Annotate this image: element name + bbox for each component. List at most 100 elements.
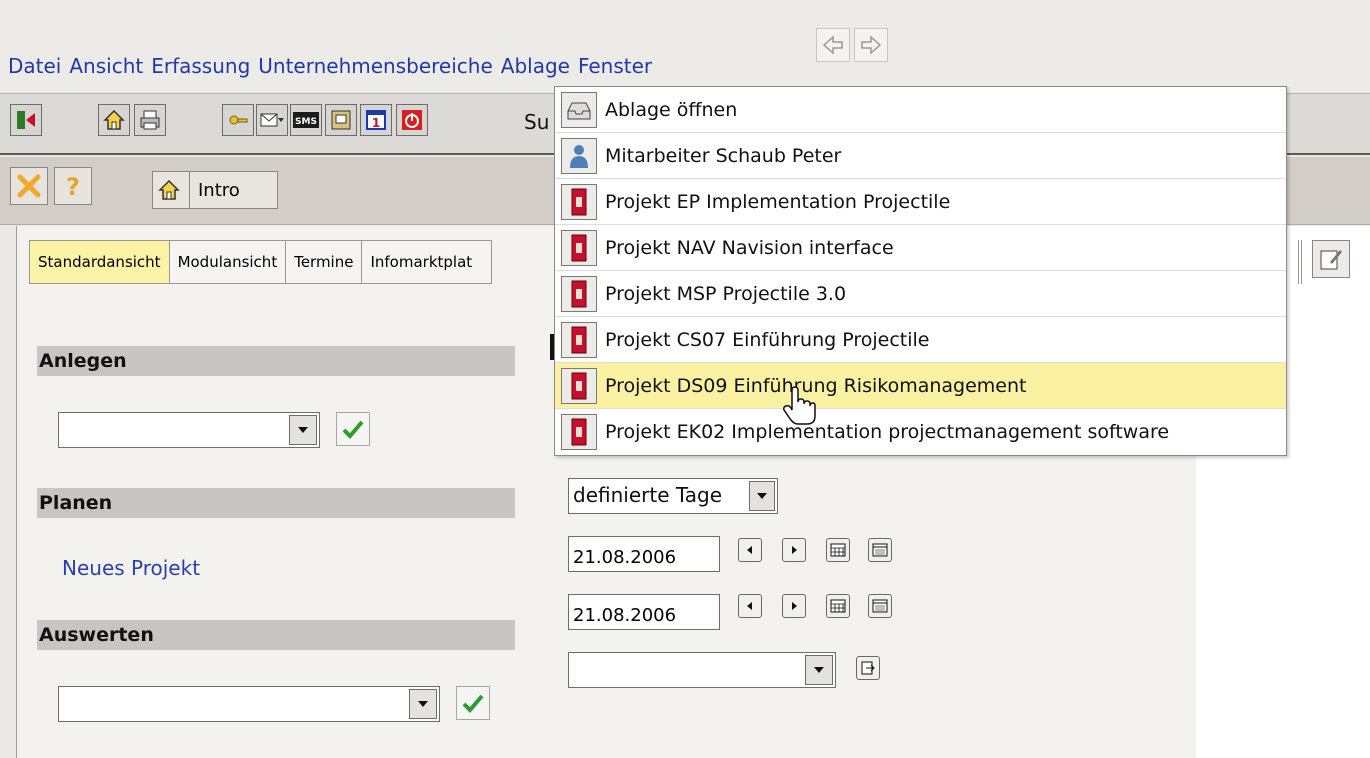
- home-button[interactable]: [98, 104, 130, 136]
- section-planen: Planen: [37, 488, 515, 518]
- calendar-month-icon: [872, 543, 888, 557]
- toolbar-search-label: Su: [524, 110, 550, 134]
- close-window-button[interactable]: [10, 167, 48, 205]
- svg-text:SMS: SMS: [295, 117, 317, 127]
- menu-ansicht[interactable]: Ansicht: [69, 54, 143, 78]
- dropdown-item-label: Projekt EK02 Implementation projectmanag…: [605, 421, 1170, 443]
- menu-fenster[interactable]: Fenster: [578, 54, 652, 78]
- person-icon: [561, 137, 597, 174]
- dropdown-item[interactable]: Projekt CS07 Einführung Projectile: [555, 317, 1286, 363]
- window-button[interactable]: [325, 104, 357, 136]
- triangle-left-icon: [747, 546, 752, 554]
- project-icon: [561, 275, 597, 312]
- days-select-value: definierte Tage: [573, 483, 723, 507]
- project-icon: [561, 414, 597, 450]
- chevron-down-icon: [749, 481, 775, 511]
- date-to-calendar-button[interactable]: [826, 594, 850, 618]
- date-from-prev-button[interactable]: [738, 538, 762, 562]
- sms-button[interactable]: SMS: [290, 104, 322, 136]
- home-icon: [158, 179, 180, 200]
- neues-projekt-link[interactable]: Neues Projekt: [62, 556, 200, 580]
- tab-standardansicht[interactable]: Standardansicht: [29, 240, 170, 284]
- date-from-input[interactable]: 21.08.2006: [568, 536, 720, 572]
- menu-erfassung[interactable]: Erfassung: [151, 54, 250, 78]
- forward-button[interactable]: [854, 28, 888, 62]
- chevron-down-icon: [409, 689, 437, 719]
- calendar-month-icon: [872, 599, 888, 613]
- dropdown-item[interactable]: Projekt NAV Navision interface: [555, 225, 1286, 271]
- arrow-left-icon: [822, 35, 843, 55]
- tab-bar-end: [1298, 240, 1302, 284]
- date-to-prev-button[interactable]: [738, 594, 762, 618]
- tab-termine[interactable]: Termine: [286, 240, 363, 284]
- calendar-grid-icon: [830, 543, 846, 557]
- dropdown-item[interactable]: Projekt MSP Projectile 3.0: [555, 271, 1286, 317]
- sms-icon: SMS: [293, 112, 319, 128]
- tab-infomarktplatz[interactable]: Infomarktplat: [362, 240, 493, 284]
- home-icon: [103, 109, 125, 130]
- dropdown-item[interactable]: Projekt EK02 Implementation projectmanag…: [555, 409, 1286, 455]
- anlegen-select[interactable]: [58, 412, 320, 448]
- date-to-input[interactable]: 21.08.2006: [568, 594, 720, 630]
- date-from-calendar-button[interactable]: [826, 538, 850, 562]
- dropdown-item-label: Projekt EP Implementation Projectile: [605, 190, 951, 213]
- dropdown-item-label: Projekt MSP Projectile 3.0: [605, 282, 847, 305]
- menu-unternehmensbereiche[interactable]: Unternehmensbereiche: [258, 54, 493, 78]
- tab-modulansicht[interactable]: Modulansicht: [169, 240, 287, 284]
- date-from-month-button[interactable]: [868, 538, 892, 562]
- chevron-down-icon: [805, 655, 833, 685]
- svg-text:1: 1: [372, 116, 380, 130]
- power-button[interactable]: [396, 104, 428, 136]
- triangle-right-icon: [792, 546, 797, 554]
- calendar-grid-icon: [830, 599, 846, 613]
- date-from-next-button[interactable]: [782, 538, 806, 562]
- exit-icon: [17, 111, 35, 129]
- tab-bar: Standardansicht Modulansicht Termine Inf…: [29, 240, 493, 284]
- dropdown-item-label: Ablage öffnen: [605, 98, 738, 121]
- edit-view-button[interactable]: [1312, 240, 1350, 278]
- key-button[interactable]: [222, 104, 254, 136]
- intro-label: Intro: [198, 179, 240, 201]
- nav-arrows: [816, 28, 888, 62]
- date-to-next-button[interactable]: [782, 594, 806, 618]
- days-select[interactable]: definierte Tage: [568, 478, 778, 514]
- export-button[interactable]: [856, 656, 880, 680]
- project-icon: [561, 229, 597, 266]
- auswerten-select[interactable]: [58, 686, 440, 722]
- help-button[interactable]: ?: [54, 167, 92, 205]
- menu-ablage[interactable]: Ablage: [501, 54, 570, 78]
- date-to-month-button[interactable]: [868, 594, 892, 618]
- export-icon: [861, 661, 875, 675]
- project-icon: [561, 367, 597, 404]
- dropdown-item-highlighted[interactable]: Projekt DS09 Einführung Risikomanagement: [555, 363, 1286, 409]
- section-anlegen: Anlegen: [37, 346, 515, 376]
- empty-select[interactable]: [568, 652, 836, 688]
- tray-icon: [561, 91, 597, 128]
- print-button[interactable]: [134, 104, 166, 136]
- auswerten-ok-button[interactable]: [456, 686, 490, 720]
- checkmark-icon: [462, 694, 484, 713]
- mail-icon: [260, 113, 284, 127]
- dropdown-item[interactable]: Projekt EP Implementation Projectile: [555, 179, 1286, 225]
- calendar-icon: 1: [366, 110, 386, 130]
- dropdown-item[interactable]: Mitarbeiter Schaub Peter: [555, 133, 1286, 179]
- dropdown-item-label: Projekt CS07 Einführung Projectile: [605, 328, 930, 351]
- chevron-down-icon: [289, 415, 317, 445]
- intro-tab[interactable]: Intro: [152, 171, 278, 209]
- back-button[interactable]: [816, 28, 850, 62]
- dropdown-item-label: Projekt NAV Navision interface: [605, 236, 894, 259]
- power-icon: [402, 110, 422, 130]
- mail-button[interactable]: [256, 104, 288, 136]
- project-icon: [561, 321, 597, 358]
- anlegen-ok-button[interactable]: [336, 412, 370, 446]
- help-icon: ?: [66, 173, 80, 200]
- menu-datei[interactable]: Datei: [8, 54, 61, 78]
- calendar-button[interactable]: 1: [360, 104, 392, 136]
- print-icon: [140, 110, 160, 130]
- dropdown-item[interactable]: Ablage öffnen: [555, 87, 1286, 133]
- dropdown-item-label: Mitarbeiter Schaub Peter: [605, 144, 842, 167]
- exit-button[interactable]: [10, 104, 42, 136]
- arrow-right-icon: [861, 35, 882, 55]
- triangle-left-icon: [747, 602, 752, 610]
- triangle-right-icon: [792, 602, 797, 610]
